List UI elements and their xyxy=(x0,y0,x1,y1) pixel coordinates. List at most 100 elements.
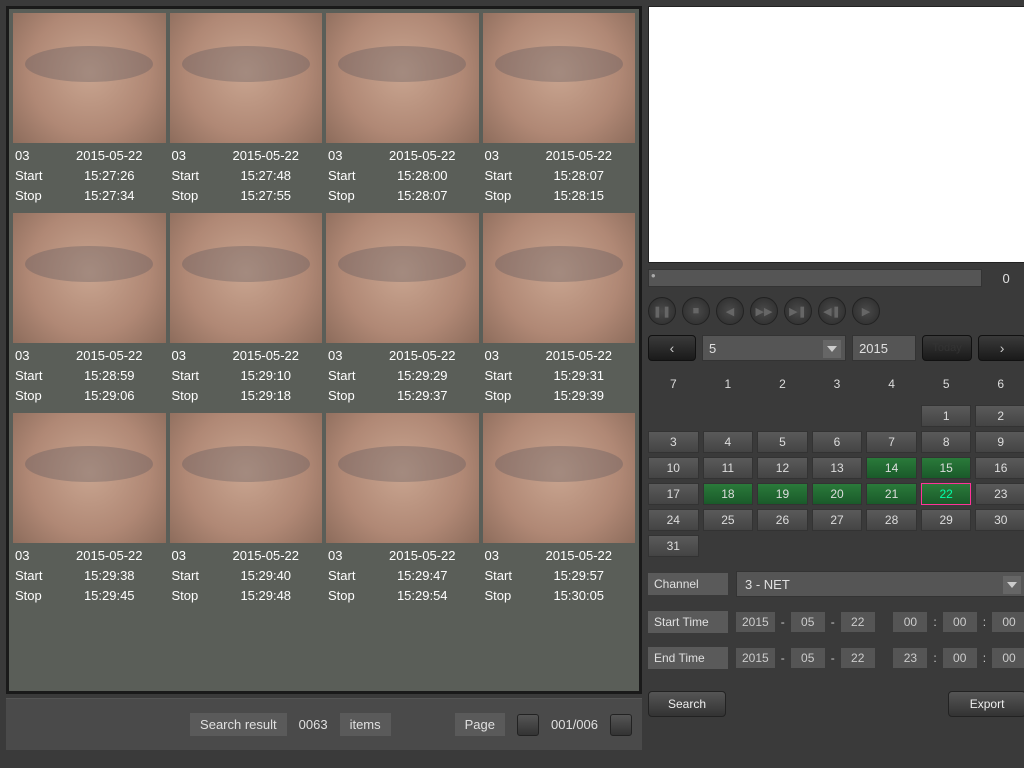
playback-button-1[interactable]: ■ xyxy=(682,297,710,325)
calendar-day[interactable]: 2 xyxy=(975,405,1024,427)
calendar-day[interactable]: 9 xyxy=(975,431,1024,453)
calendar-day[interactable]: 1 xyxy=(921,405,972,427)
thumbnail-item[interactable]: 032015-05-22Start15:29:10Stop15:29:18 xyxy=(170,213,323,409)
calendar-day[interactable]: 16 xyxy=(975,457,1024,479)
start-hour[interactable]: 00 xyxy=(893,612,927,632)
calendar-day[interactable]: 24 xyxy=(648,509,699,531)
thumbnail-item[interactable]: 032015-05-22Start15:29:47Stop15:29:54 xyxy=(326,413,479,609)
calendar-day[interactable]: 4 xyxy=(703,431,754,453)
clip-date: 2015-05-22 xyxy=(368,346,477,366)
start-time-fields[interactable]: 2015 - 05 - 22 00 : 00 : 00 xyxy=(736,612,1024,632)
thumbnail-image[interactable] xyxy=(483,413,636,543)
calendar-day[interactable]: 22 xyxy=(921,483,972,505)
thumbnail-image[interactable] xyxy=(13,13,166,143)
calendar-day[interactable]: 8 xyxy=(921,431,972,453)
year-select[interactable]: 2015 xyxy=(852,335,916,361)
calendar-day[interactable]: 21 xyxy=(866,483,917,505)
calendar-day[interactable]: 6 xyxy=(812,431,863,453)
cal-next-button[interactable]: › xyxy=(978,335,1024,361)
thumbnail-item[interactable]: 032015-05-22Start15:27:26Stop15:27:34 xyxy=(13,13,166,209)
thumbnail-image[interactable] xyxy=(13,413,166,543)
start-time-label: Start Time xyxy=(648,611,728,633)
end-day[interactable]: 22 xyxy=(841,648,875,668)
export-button[interactable]: Export xyxy=(948,691,1024,717)
start-day[interactable]: 22 xyxy=(841,612,875,632)
calendar-day[interactable]: 19 xyxy=(757,483,808,505)
thumbnail-item[interactable]: 032015-05-22Start15:29:29Stop15:29:37 xyxy=(326,213,479,409)
playback-button-0[interactable]: ❚❚ xyxy=(648,297,676,325)
end-month[interactable]: 05 xyxy=(791,648,825,668)
thumbnail-item[interactable]: 032015-05-22Start15:28:07Stop15:28:15 xyxy=(483,13,636,209)
calendar-day[interactable]: 23 xyxy=(975,483,1024,505)
month-select[interactable]: 5 xyxy=(702,335,846,361)
calendar-day[interactable]: 15 xyxy=(921,457,972,479)
calendar-day[interactable]: 31 xyxy=(648,535,699,557)
calendar-day[interactable]: 30 xyxy=(975,509,1024,531)
calendar-day[interactable]: 17 xyxy=(648,483,699,505)
thumbnail-item[interactable]: 032015-05-22Start15:29:57Stop15:30:05 xyxy=(483,413,636,609)
calendar-day[interactable]: 7 xyxy=(866,431,917,453)
playback-button-4[interactable]: ▶❚ xyxy=(784,297,812,325)
calendar-day[interactable]: 14 xyxy=(866,457,917,479)
cal-prev-button[interactable]: ‹ xyxy=(648,335,696,361)
start-value: 15:28:59 xyxy=(55,366,164,386)
calendar-day[interactable]: 13 xyxy=(812,457,863,479)
page-prev-button[interactable] xyxy=(517,714,539,736)
start-label: Start xyxy=(485,166,525,186)
calendar-day[interactable]: 5 xyxy=(757,431,808,453)
playback-button-5[interactable]: ◀❚ xyxy=(818,297,846,325)
channel-num: 03 xyxy=(485,546,525,566)
start-month[interactable]: 05 xyxy=(791,612,825,632)
playback-button-2[interactable]: ◀ xyxy=(716,297,744,325)
start-sec[interactable]: 00 xyxy=(992,612,1024,632)
search-button[interactable]: Search xyxy=(648,691,726,717)
end-year[interactable]: 2015 xyxy=(736,648,775,668)
calendar-day[interactable]: 18 xyxy=(703,483,754,505)
calendar-day[interactable]: 11 xyxy=(703,457,754,479)
clip-date: 2015-05-22 xyxy=(55,346,164,366)
channel-num: 03 xyxy=(328,146,368,166)
stop-label: Stop xyxy=(172,586,212,606)
thumbnail-item[interactable]: 032015-05-22Start15:28:00Stop15:28:07 xyxy=(326,13,479,209)
thumbnail-item[interactable]: 032015-05-22Start15:29:31Stop15:29:39 xyxy=(483,213,636,409)
calendar-day[interactable]: 25 xyxy=(703,509,754,531)
thumbnail-item[interactable]: 032015-05-22Start15:28:59Stop15:29:06 xyxy=(13,213,166,409)
thumbnail-image[interactable] xyxy=(170,213,323,343)
calendar-day[interactable]: 3 xyxy=(648,431,699,453)
thumbnail-image[interactable] xyxy=(170,413,323,543)
start-value: 15:29:38 xyxy=(55,566,164,586)
thumbnail-item[interactable]: 032015-05-22Start15:29:38Stop15:29:45 xyxy=(13,413,166,609)
thumbnail-item[interactable]: 032015-05-22Start15:29:40Stop15:29:48 xyxy=(170,413,323,609)
thumbnail-image[interactable] xyxy=(483,13,636,143)
thumbnail-image[interactable] xyxy=(326,13,479,143)
playback-button-3[interactable]: ▶▶ xyxy=(750,297,778,325)
start-min[interactable]: 00 xyxy=(943,612,977,632)
playback-progress[interactable] xyxy=(648,269,982,287)
start-value: 15:27:48 xyxy=(212,166,321,186)
start-value: 15:29:29 xyxy=(368,366,477,386)
thumbnail-image[interactable] xyxy=(13,213,166,343)
today-button[interactable]: Today xyxy=(922,335,972,361)
thumbnail-image[interactable] xyxy=(326,213,479,343)
playback-button-6[interactable]: ▶ xyxy=(852,297,880,325)
calendar-day[interactable]: 29 xyxy=(921,509,972,531)
thumbnail-image[interactable] xyxy=(326,413,479,543)
thumbnail-image[interactable] xyxy=(170,13,323,143)
progress-value: 0 xyxy=(986,271,1024,286)
end-time-fields[interactable]: 2015 - 05 - 22 23 : 00 : 00 xyxy=(736,648,1024,668)
end-sec[interactable]: 00 xyxy=(992,648,1024,668)
clip-date: 2015-05-22 xyxy=(525,346,634,366)
thumbnail-image[interactable] xyxy=(483,213,636,343)
page-next-button[interactable] xyxy=(610,714,632,736)
start-year[interactable]: 2015 xyxy=(736,612,775,632)
calendar-day[interactable]: 20 xyxy=(812,483,863,505)
channel-select[interactable]: 3 - NET xyxy=(736,571,1024,597)
calendar-day[interactable]: 26 xyxy=(757,509,808,531)
calendar-day[interactable]: 12 xyxy=(757,457,808,479)
calendar-day[interactable]: 27 xyxy=(812,509,863,531)
thumbnail-item[interactable]: 032015-05-22Start15:27:48Stop15:27:55 xyxy=(170,13,323,209)
end-hour[interactable]: 23 xyxy=(893,648,927,668)
calendar-day[interactable]: 28 xyxy=(866,509,917,531)
end-min[interactable]: 00 xyxy=(943,648,977,668)
calendar-day[interactable]: 10 xyxy=(648,457,699,479)
